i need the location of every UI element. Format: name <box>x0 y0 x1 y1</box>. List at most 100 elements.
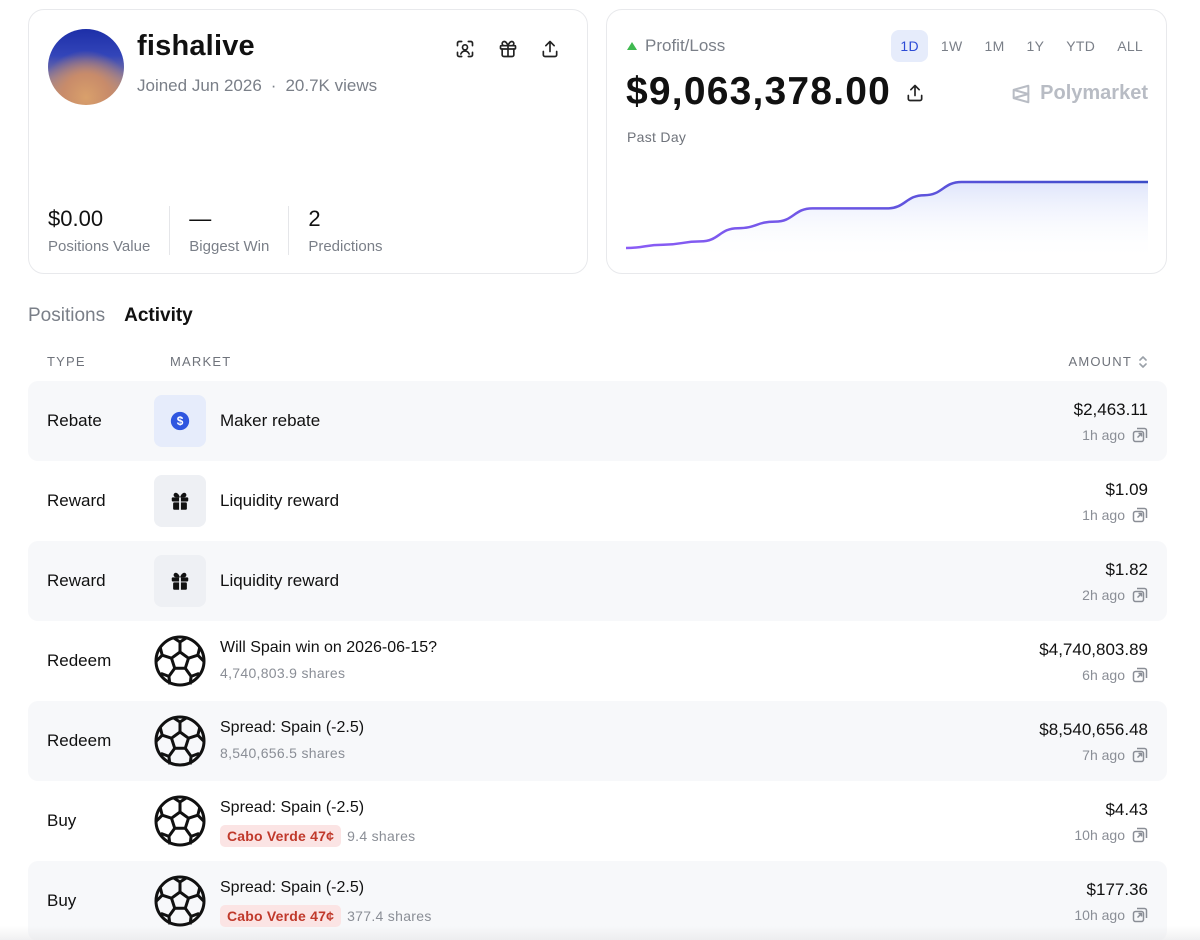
row-time: 7h ago <box>1082 747 1148 763</box>
tab-activity[interactable]: Activity <box>124 305 193 327</box>
row-type: Rebate <box>47 411 102 430</box>
open-transaction-button[interactable] <box>1132 587 1148 603</box>
stat-biggest-win: — Biggest Win <box>189 206 290 255</box>
pnl-share-button[interactable] <box>905 83 925 108</box>
soccer-ball-icon <box>154 795 206 847</box>
row-type: Reward <box>47 491 106 510</box>
range-tab-1w[interactable]: 1W <box>932 30 972 62</box>
row-market-title[interactable]: Spread: Spain (-2.5) <box>220 719 364 737</box>
gift-icon <box>171 492 189 511</box>
stat-value: $0.00 <box>48 206 104 231</box>
up-triangle-icon <box>627 42 637 50</box>
pnl-label-text: Profit/Loss <box>645 36 726 55</box>
bottom-fade <box>0 926 1200 940</box>
external-link-icon <box>1132 667 1148 683</box>
external-link-icon <box>1132 427 1148 443</box>
open-transaction-button[interactable] <box>1132 667 1148 683</box>
row-time-text: 6h ago <box>1082 667 1125 683</box>
table-row[interactable]: Redeem Will Spain win on 2026-06-15? 4,740… <box>28 621 1167 701</box>
row-type: Reward <box>47 571 106 590</box>
row-type: Redeem <box>47 651 112 670</box>
tab-positions[interactable]: Positions <box>28 305 105 327</box>
row-time-text: 7h ago <box>1082 747 1125 763</box>
external-link-icon <box>1132 587 1148 603</box>
header-amount-sort[interactable]: AMOUNT <box>1068 354 1148 369</box>
row-icon: $ <box>154 395 206 447</box>
range-tab-1y[interactable]: 1Y <box>1018 30 1054 62</box>
external-link-icon <box>1132 827 1148 843</box>
brand: Polymarket <box>1010 82 1148 105</box>
row-market-title[interactable]: Liquidity reward <box>220 571 339 591</box>
profile-stats: $0.00 Positions Value — Biggest Win 2 Pr… <box>48 206 421 255</box>
header-market: MARKET <box>170 354 232 369</box>
row-icon <box>154 715 206 767</box>
table-header: TYPE MARKET AMOUNT <box>28 354 1167 372</box>
pnl-area <box>626 182 1148 260</box>
row-subtitle: Cabo Verde 47¢ 377.4 shares <box>220 905 432 927</box>
svg-text:$: $ <box>177 414 184 428</box>
open-transaction-button[interactable] <box>1132 907 1148 923</box>
view-tabs: Positions Activity <box>28 305 193 327</box>
external-link-icon <box>1132 507 1148 523</box>
row-market-title[interactable]: Spread: Spain (-2.5) <box>220 879 364 897</box>
row-shares: 9.4 shares <box>347 828 416 844</box>
row-subtitle: 8,540,656.5 shares <box>220 745 345 761</box>
stat-positions-value: $0.00 Positions Value <box>48 206 171 255</box>
gift-icon <box>499 40 517 58</box>
range-tab-1d[interactable]: 1D <box>891 30 928 62</box>
stat-label: Predictions <box>308 238 383 255</box>
share-icon <box>542 40 558 58</box>
scan-face-button[interactable] <box>452 36 478 62</box>
external-link-icon <box>1132 747 1148 763</box>
open-transaction-button[interactable] <box>1132 507 1148 523</box>
pnl-card: Profit/Loss 1D 1W 1M 1Y YTD ALL $9,063,3… <box>606 9 1167 274</box>
range-tab-all[interactable]: ALL <box>1108 30 1152 62</box>
row-shares: 8,540,656.5 shares <box>220 745 346 761</box>
range-tab-1m[interactable]: 1M <box>975 30 1013 62</box>
row-amount: $177.36 <box>1086 880 1148 899</box>
table-row[interactable]: Reward Liquidity reward $1.82 2h ago <box>28 541 1167 621</box>
open-transaction-button[interactable] <box>1132 827 1148 843</box>
share-button[interactable] <box>537 36 563 62</box>
table-row[interactable]: Redeem Spread: Spain (-2.5) 8,540,656.5 sh… <box>28 701 1167 781</box>
table-row[interactable]: Buy Spread: Spain (-2.5) Cabo Verde 47¢ 9.4… <box>28 781 1167 861</box>
row-market-title[interactable]: Maker rebate <box>220 411 320 431</box>
row-shares: 4,740,803.9 shares <box>220 665 346 681</box>
header-amount: AMOUNT <box>1068 354 1132 369</box>
row-market-title[interactable]: Liquidity reward <box>220 491 339 511</box>
pnl-chart <box>626 180 1148 260</box>
open-transaction-button[interactable] <box>1132 427 1148 443</box>
row-icon <box>154 875 206 927</box>
row-icon <box>154 635 206 687</box>
header-type: TYPE <box>47 354 86 369</box>
profile-card: fishalive Joined Jun 2026 · 20.7K views … <box>28 9 588 274</box>
row-icon <box>154 555 206 607</box>
stat-label: Positions Value <box>48 238 151 255</box>
row-market-title[interactable]: Spread: Spain (-2.5) <box>220 799 364 817</box>
range-tab-ytd[interactable]: YTD <box>1057 30 1104 62</box>
table-row[interactable]: Rebate $ Maker rebate $2,463.11 1h ago <box>28 381 1167 461</box>
share-icon <box>907 84 923 102</box>
avatar[interactable] <box>48 29 124 105</box>
username: fishalive <box>137 30 255 62</box>
table-row[interactable]: Reward Liquidity reward $1.09 1h ago <box>28 461 1167 541</box>
soccer-ball-icon <box>154 715 206 767</box>
row-time: 10h ago <box>1074 827 1148 843</box>
external-link-icon <box>1132 907 1148 923</box>
dollar-icon: $ <box>170 411 190 431</box>
outcome-pill: Cabo Verde 47¢ <box>220 825 342 847</box>
meta-separator: · <box>270 76 277 95</box>
row-type: Buy <box>47 811 77 830</box>
row-time: 10h ago <box>1074 907 1148 923</box>
row-amount: $4.43 <box>1105 800 1148 819</box>
row-type: Redeem <box>47 731 112 750</box>
row-market-title[interactable]: Will Spain win on 2026-06-15? <box>220 639 437 657</box>
row-time-text: 10h ago <box>1074 907 1125 923</box>
row-icon <box>154 795 206 847</box>
row-amount: $8,540,656.48 <box>1039 720 1148 739</box>
stat-value: 2 <box>308 206 321 231</box>
open-transaction-button[interactable] <box>1132 747 1148 763</box>
row-subtitle: Cabo Verde 47¢ 9.4 shares <box>220 825 415 847</box>
gift-button[interactable] <box>495 36 521 62</box>
row-amount: $2,463.11 <box>1073 400 1148 419</box>
